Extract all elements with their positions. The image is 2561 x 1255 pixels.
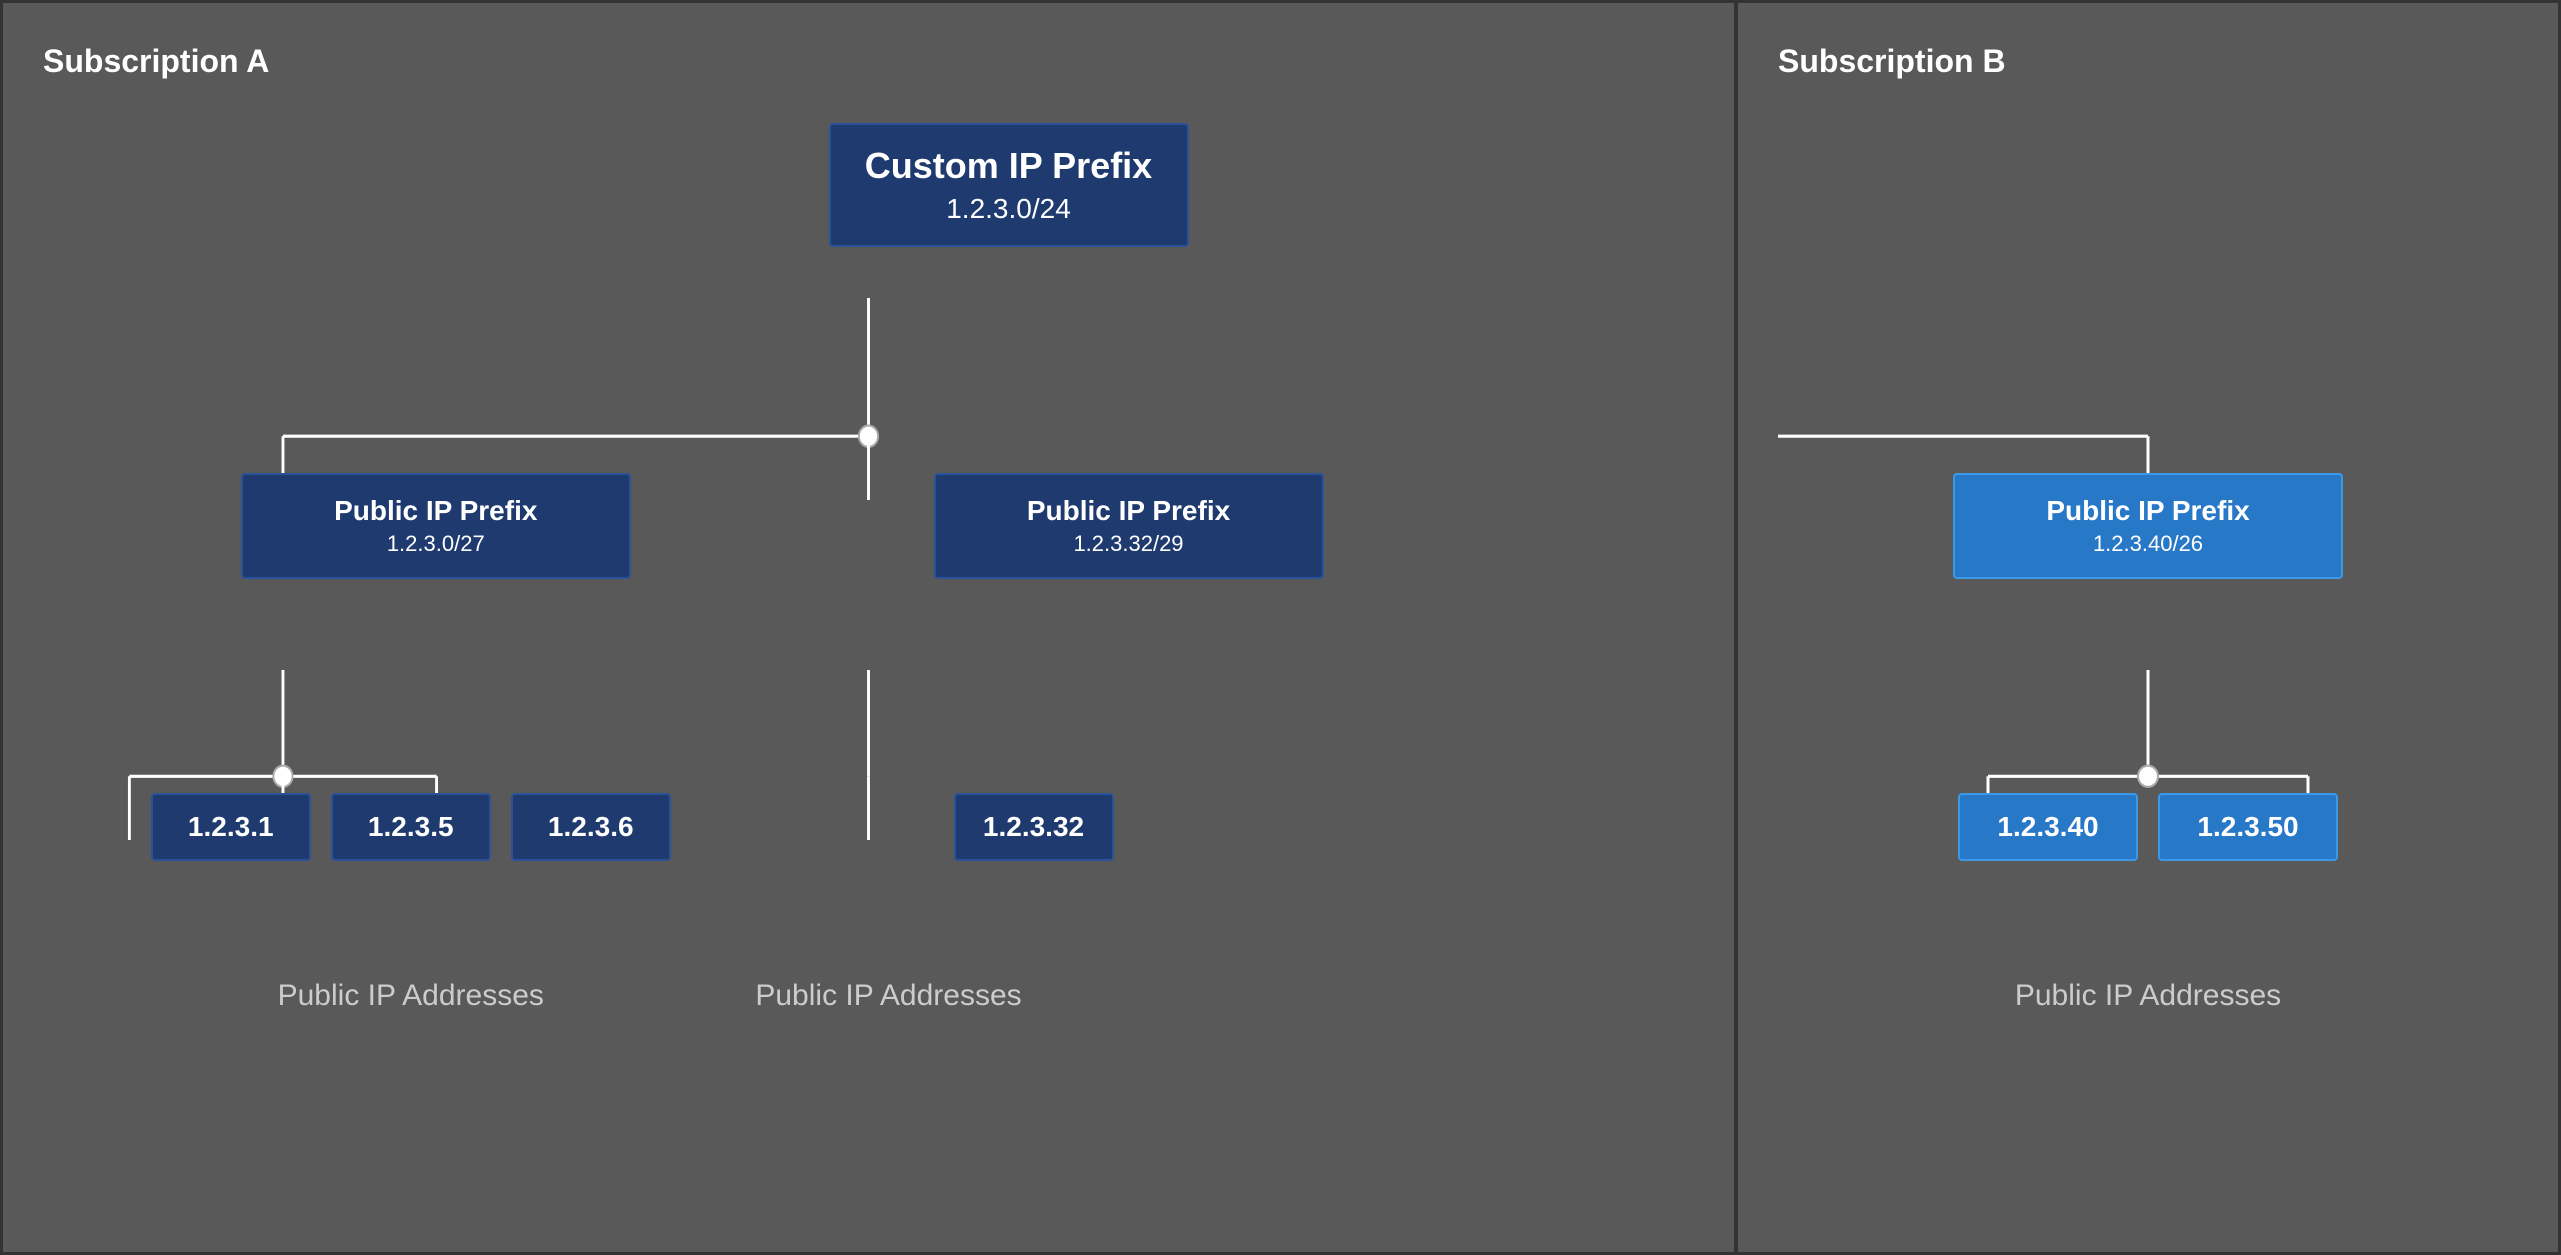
center-prefix-box: Public IP Prefix 1.2.3.32/29 (934, 473, 1324, 579)
ip-box-right-1: 1.2.3.40 (1958, 793, 2138, 861)
center-ip-box: 1.2.3.32 (954, 793, 1114, 861)
center-ip-label: Public IP Addresses (679, 979, 1099, 1013)
right-ip-boxes: 1.2.3.40 1.2.3.50 (1958, 793, 2338, 861)
main-container: Subscription A (0, 0, 2561, 1255)
ip-box-1: 1.2.3.1 (151, 793, 311, 861)
left-ip-label: Public IP Addresses (151, 979, 671, 1013)
center-prefix-subtitle: 1.2.3.32/29 (966, 531, 1292, 557)
custom-prefix-title: Custom IP Prefix (861, 145, 1157, 187)
ip-box-right-2: 1.2.3.50 (2158, 793, 2338, 861)
left-prefix-title: Public IP Prefix (273, 495, 599, 527)
left-prefix-box: Public IP Prefix 1.2.3.0/27 (241, 473, 631, 579)
custom-prefix-subtitle: 1.2.3.0/24 (861, 193, 1157, 225)
ip-box-3: 1.2.3.6 (511, 793, 671, 861)
ip-box-2: 1.2.3.5 (331, 793, 491, 861)
subscription-b-panel: Subscription B Public IP Prefix 1.2.3.40 (1738, 3, 2558, 1252)
left-prefix-subtitle: 1.2.3.0/27 (273, 531, 599, 557)
subscription-a-label: Subscription A (43, 43, 1694, 80)
sub-b-connectors (1778, 43, 2518, 1212)
center-prefix-title: Public IP Prefix (966, 495, 1292, 527)
right-prefix-box: Public IP Prefix 1.2.3.40/26 (1953, 473, 2343, 579)
custom-ip-prefix-box: Custom IP Prefix 1.2.3.0/24 (829, 123, 1189, 247)
left-ip-boxes: 1.2.3.1 1.2.3.5 1.2.3.6 (151, 793, 671, 861)
subscription-b-label: Subscription B (1778, 43, 2518, 80)
right-prefix-title: Public IP Prefix (1985, 495, 2311, 527)
right-prefix-subtitle: 1.2.3.40/26 (1985, 531, 2311, 557)
right-ip-label: Public IP Addresses (1938, 979, 2358, 1013)
ip-box-center: 1.2.3.32 (954, 793, 1114, 861)
subscription-a-panel: Subscription A (3, 3, 1738, 1252)
